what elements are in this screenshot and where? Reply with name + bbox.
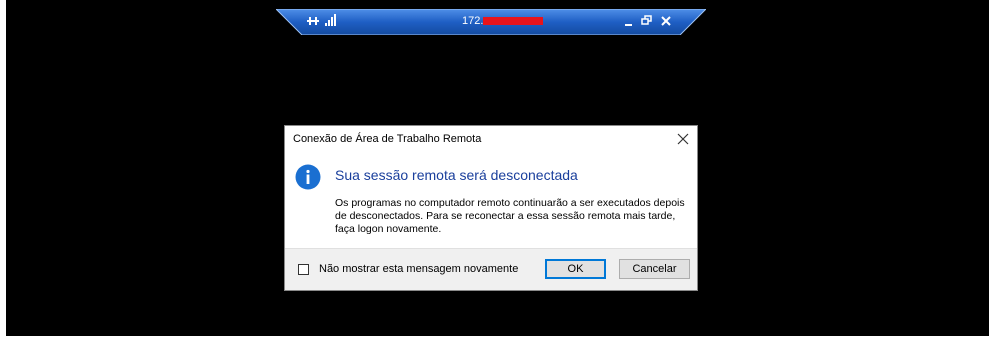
connection-bar[interactable]: 172.: [276, 9, 706, 35]
close-icon: [677, 133, 689, 145]
dialog-title: Conexão de Área de Trabalho Remota: [293, 133, 482, 145]
ok-button[interactable]: OK: [545, 259, 606, 279]
close-icon: [661, 16, 671, 26]
connection-title: 172.: [462, 15, 484, 27]
signal-strength-icon[interactable]: [324, 13, 338, 27]
dont-show-again-checkbox[interactable]: [298, 264, 309, 275]
redacted-address: [483, 17, 543, 25]
disconnect-dialog: Conexão de Área de Trabalho Remota Sua s…: [284, 125, 698, 291]
dont-show-again-label[interactable]: Não mostrar esta mensagem novamente: [319, 263, 518, 275]
restore-icon: [641, 15, 652, 25]
cancel-button[interactable]: Cancelar: [619, 259, 690, 279]
dialog-message: Os programas no computador remoto contin…: [335, 197, 685, 235]
remote-desktop-screen: 172. Conexão de Área de Trabalho Remota: [6, 0, 989, 336]
pin-icon[interactable]: [306, 14, 320, 28]
restore-button[interactable]: [638, 12, 656, 30]
info-icon: [295, 164, 321, 190]
minimize-button[interactable]: [620, 12, 638, 30]
dialog-footer: Não mostrar esta mensagem novamente OK C…: [285, 248, 697, 290]
close-connection-button[interactable]: [657, 12, 675, 30]
minimize-icon: [625, 24, 632, 26]
dialog-titlebar: Conexão de Área de Trabalho Remota: [285, 126, 697, 152]
dialog-close-button[interactable]: [673, 129, 693, 149]
dialog-heading: Sua sessão remota será desconectada: [335, 167, 578, 183]
